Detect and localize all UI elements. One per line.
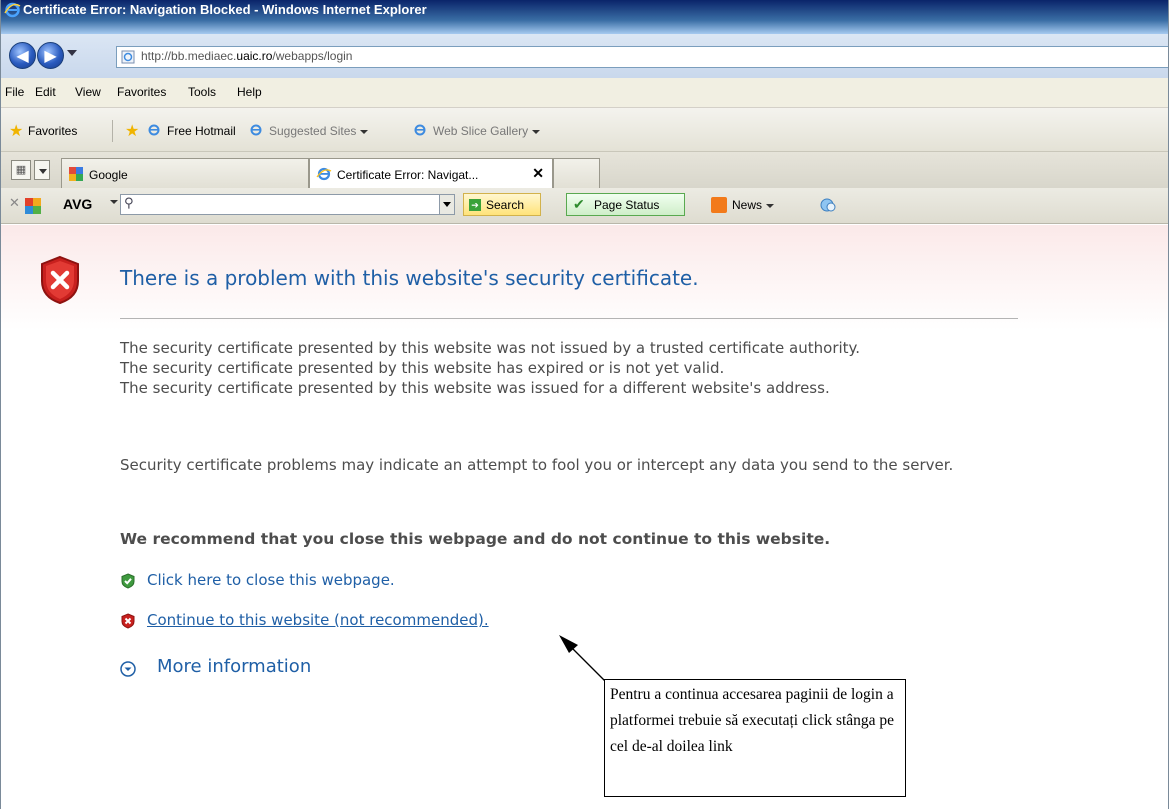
search-button[interactable]: ➔ Search [463, 193, 541, 216]
separator [112, 120, 113, 142]
avg-brand[interactable]: AVG [63, 196, 92, 212]
tab-certificate-error[interactable]: Certificate Error: Navigat... ✕ [309, 158, 553, 188]
favorites-button[interactable]: Favorites [28, 124, 77, 138]
title-bar: Certificate Error: Navigation Blocked - … [1, 0, 1168, 34]
reason-line: The security certificate presented by th… [120, 379, 830, 397]
address-url: http://bb.mediaec.uaic.ro/webapps/login [141, 49, 353, 63]
check-icon: ✔ [573, 196, 585, 212]
weather-icon[interactable] [819, 196, 839, 214]
close-toolbar-icon[interactable]: ✕ [9, 196, 20, 211]
page-title: There is a problem with this website's s… [120, 266, 699, 290]
free-hotmail-link[interactable]: Free Hotmail [167, 124, 236, 138]
expand-chevron-icon [120, 661, 136, 677]
ie-page-icon [148, 124, 160, 136]
google-icon [69, 167, 83, 181]
favorites-bar: ★ Favorites ★ Free Hotmail Suggested Sit… [1, 108, 1168, 152]
page-status-button[interactable]: ✔ Page Status [566, 193, 685, 216]
avg-logo-icon [25, 198, 41, 214]
address-row: ◀ ▶ http://bb.mediaec.uaic.ro/webapps/lo… [1, 34, 1168, 78]
search-dropdown[interactable] [439, 195, 454, 214]
reasons-block: The security certificate presented by th… [120, 338, 1040, 398]
red-shield-icon [121, 613, 135, 629]
tab-label: Certificate Error: Navigat... [337, 168, 479, 182]
close-tab-icon[interactable]: ✕ [532, 165, 544, 182]
menu-bar: File Edit View Favorites Tools Help [1, 78, 1168, 108]
rss-icon [711, 197, 727, 213]
error-page: There is a problem with this website's s… [1, 225, 1168, 809]
ie-page-icon [316, 167, 332, 181]
ie-page-icon [414, 124, 426, 136]
avg-toolbar: ✕ AVG ⚲ ➔ Search ✔ Page Status News [1, 188, 1168, 224]
address-bar[interactable]: http://bb.mediaec.uaic.ro/webapps/login [116, 46, 1168, 68]
news-button[interactable]: News [732, 198, 775, 212]
add-favorite-icon[interactable]: ★ [125, 123, 141, 139]
forward-button[interactable]: ▶ [37, 42, 64, 69]
menu-favorites[interactable]: Favorites [117, 85, 166, 99]
go-arrow-icon: ➔ [469, 199, 481, 211]
menu-tools[interactable]: Tools [188, 85, 216, 99]
divider [120, 318, 1018, 319]
menu-view[interactable]: View [75, 85, 101, 99]
new-tab-button[interactable] [553, 158, 600, 188]
green-shield-icon [121, 573, 135, 589]
annotation-callout: Pentru a continua accesarea paginii de l… [604, 679, 906, 797]
reason-line: The security certificate presented by th… [120, 359, 725, 377]
reason-line: The security certificate presented by th… [120, 339, 861, 357]
back-button[interactable]: ◀ [9, 42, 36, 69]
page-icon [121, 50, 135, 64]
recommendation-text: We recommend that you close this webpage… [120, 530, 831, 548]
quick-tabs-button[interactable]: ▦ [11, 160, 31, 180]
suggested-sites-button[interactable]: Suggested Sites [269, 124, 369, 138]
recent-pages-dropdown[interactable] [67, 50, 77, 56]
ie-page-icon [250, 124, 262, 136]
shield-error-icon [41, 255, 79, 305]
avg-menu-caret[interactable] [110, 200, 118, 204]
search-icon: ⚲ [124, 196, 134, 211]
ie-logo-icon [4, 2, 21, 18]
favorites-star-icon: ★ [9, 121, 24, 140]
menu-file[interactable]: File [5, 85, 24, 99]
tab-google[interactable]: Google [61, 158, 309, 188]
tabs-row: ▦ Google Certificate Error: Navigat... ✕ [1, 152, 1168, 188]
web-slice-gallery-button[interactable]: Web Slice Gallery [433, 124, 541, 138]
warning-text: Security certificate problems may indica… [120, 456, 954, 474]
tab-label: Google [89, 168, 128, 182]
window-title: Certificate Error: Navigation Blocked - … [23, 2, 427, 17]
avg-search-input[interactable]: ⚲ [120, 194, 455, 215]
browser-window: Certificate Error: Navigation Blocked - … [0, 0, 1169, 809]
menu-help[interactable]: Help [237, 85, 262, 99]
tab-list-button[interactable] [34, 160, 50, 180]
menu-edit[interactable]: Edit [35, 85, 56, 99]
